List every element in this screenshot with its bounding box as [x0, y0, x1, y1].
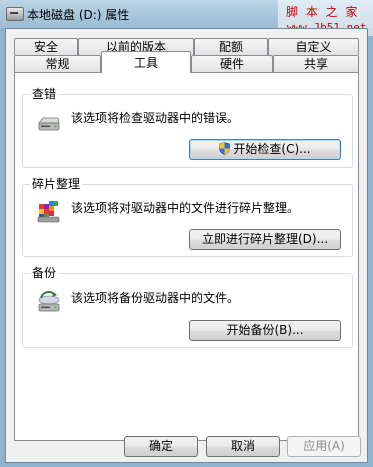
backup-description: 该选项将备份驱动器中的文件。: [71, 291, 240, 305]
uac-shield-icon: [219, 142, 231, 155]
defrag-now-button[interactable]: 立即进行碎片整理(D)...: [189, 229, 341, 250]
dialog-body: 安全 以前的版本 配额 自定义 常规 工具 硬件 共享 查错 该选项将检查驱动器…: [5, 28, 368, 463]
defrag-icon: [37, 198, 61, 224]
cancel-button[interactable]: 取消: [206, 436, 280, 457]
tab-customize[interactable]: 自定义: [268, 38, 359, 55]
start-backup-button[interactable]: 开始备份(B)...: [189, 320, 341, 341]
error-check-title: 查错: [30, 87, 59, 101]
apply-button[interactable]: 应用(A): [287, 436, 361, 457]
ok-button[interactable]: 确定: [124, 436, 198, 457]
tools-panel: 查错 该选项将检查驱动器中的错误。 开始检查(C)... 碎片整理 该选项将对驱…: [14, 72, 359, 441]
backup-icon: [37, 289, 61, 315]
window-title: 本地磁盘 (D:) 属性: [27, 8, 130, 22]
backup-title: 备份: [30, 266, 59, 280]
error-check-description: 该选项将检查驱动器中的错误。: [71, 111, 240, 125]
disk-check-icon: [37, 113, 61, 135]
defrag-description: 该选项将对驱动器中的文件进行碎片整理。: [71, 201, 300, 215]
drive-icon: [6, 7, 24, 21]
start-check-label: 开始检查(C)...: [233, 142, 311, 156]
start-check-button[interactable]: 开始检查(C)...: [189, 139, 341, 160]
tab-general[interactable]: 常规: [14, 55, 101, 72]
defrag-title: 碎片整理: [30, 177, 83, 191]
tab-tools[interactable]: 工具: [101, 51, 191, 73]
watermark-site-name: 脚 本 之 家: [286, 5, 360, 19]
error-check-group: 查错 该选项将检查驱动器中的错误。 开始检查(C)...: [22, 87, 353, 168]
backup-group: 备份 该选项将备份驱动器中的文件。 开始备份(B)...: [22, 266, 353, 348]
tab-sharing[interactable]: 共享: [273, 55, 359, 72]
tab-security[interactable]: 安全: [14, 38, 78, 55]
tab-hardware[interactable]: 硬件: [191, 55, 273, 72]
defrag-group: 碎片整理 该选项将对驱动器中的文件进行碎片整理。 立即进行碎片整理(D)...: [22, 177, 353, 257]
tab-quota[interactable]: 配额: [194, 38, 268, 55]
